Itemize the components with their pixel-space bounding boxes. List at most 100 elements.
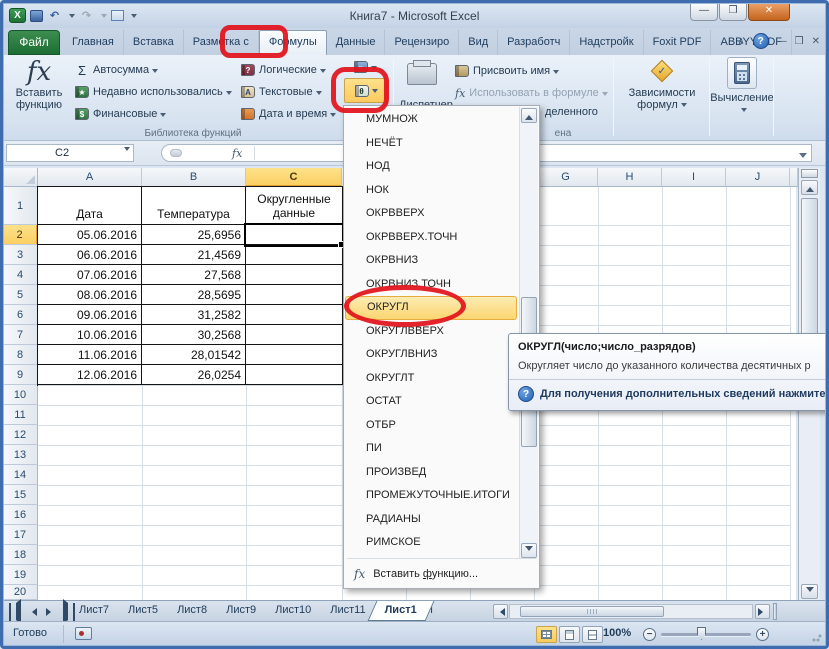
name-box-caret-icon[interactable] <box>124 147 130 154</box>
previous-sheet-button[interactable] <box>25 604 40 619</box>
function-item-6[interactable]: ОКРВНИЗ <box>345 249 517 273</box>
table-cell-r2c0[interactable]: 05.06.2016 <box>38 225 142 245</box>
zoom-slider-track[interactable] <box>661 633 751 636</box>
ribbon-tab-1[interactable]: Вставка <box>124 30 184 55</box>
insert-function-fx-icon[interactable]: fx <box>232 147 242 160</box>
name-box[interactable]: C2 <box>6 144 134 162</box>
sheet-tab-3[interactable]: Лист9 <box>213 601 269 621</box>
zoom-out-button[interactable]: − <box>643 628 656 641</box>
help-icon[interactable]: ? <box>753 33 769 49</box>
dropdown-scroll-up-button[interactable] <box>521 108 537 123</box>
scroll-down-button[interactable] <box>801 584 818 599</box>
table-cell-r8c0[interactable]: 11.06.2016 <box>38 345 142 365</box>
table-cell-r3c2[interactable] <box>246 245 343 265</box>
row-header-10[interactable]: 10 <box>3 385 38 405</box>
row-header-11[interactable]: 11 <box>3 405 38 425</box>
ribbon-tab-8[interactable]: Надстройк <box>570 30 643 55</box>
column-header-H[interactable]: H <box>598 168 662 187</box>
row-header-16[interactable]: 16 <box>3 505 38 525</box>
customize-quick-access-icon[interactable] <box>131 14 137 21</box>
split-handle[interactable] <box>801 169 818 178</box>
file-tab[interactable]: Файл <box>8 30 60 55</box>
row-header-1[interactable]: 1 <box>3 187 38 225</box>
table-cell-r4c1[interactable]: 27,568 <box>142 265 246 285</box>
ribbon-button-rcol1-0[interactable]: ΣАвтосумма <box>75 59 232 81</box>
function-item-13[interactable]: ОТБР <box>345 414 517 438</box>
quick-table-icon[interactable] <box>111 10 124 21</box>
ribbon-tab-0[interactable]: Главная <box>63 30 124 55</box>
function-item-5[interactable]: ОКРВВЕРХ.ТОЧН <box>345 226 517 250</box>
ribbon-tab-7[interactable]: Разработч <box>498 30 570 55</box>
row-header-15[interactable]: 15 <box>3 485 38 505</box>
selected-cell-C2[interactable] <box>244 223 344 247</box>
page-layout-view-button[interactable] <box>559 626 580 643</box>
workbook-close-icon[interactable]: ✕ <box>812 36 820 47</box>
insert-function-menu-item[interactable]: fx Вставить функцию... <box>345 560 538 587</box>
workbook-minimize-icon[interactable]: — <box>777 36 787 47</box>
column-header-G[interactable]: G <box>534 168 598 187</box>
function-item-15[interactable]: ПРОИЗВЕД <box>345 461 517 485</box>
normal-view-button[interactable] <box>536 626 557 643</box>
select-all-corner[interactable] <box>3 168 38 187</box>
undo-caret-icon[interactable] <box>69 14 75 21</box>
row-header-6[interactable]: 6 <box>3 305 38 325</box>
function-item-17[interactable]: РАДИАНЫ <box>345 508 517 532</box>
function-item-10[interactable]: ОКРУГЛВНИЗ <box>345 343 517 367</box>
table-cell-r6c1[interactable]: 31,2582 <box>142 305 246 325</box>
sheet-tab-4[interactable]: Лист10 <box>262 601 324 621</box>
dropdown-scroll-down-button[interactable] <box>521 543 537 558</box>
collapse-ribbon-icon[interactable]: ∧ <box>737 36 744 47</box>
function-item-14[interactable]: ПИ <box>345 437 517 461</box>
row-header-14[interactable]: 14 <box>3 465 38 485</box>
formula-auditing-button[interactable]: ✓ Зависимости формул <box>619 57 705 137</box>
ribbon-button-rcol1-1[interactable]: ★Недавно использовались <box>75 81 232 103</box>
table-cell-r3c1[interactable]: 21,4569 <box>142 245 246 265</box>
row-header-19[interactable]: 19 <box>3 565 38 585</box>
ribbon-tab-4[interactable]: Данные <box>327 30 386 55</box>
table-cell-r9c0[interactable]: 12.06.2016 <box>38 365 142 385</box>
ribbon-button-rcol1-2[interactable]: $Финансовые <box>75 103 232 125</box>
table-cell-r4c2[interactable] <box>246 265 343 285</box>
hscroll-left-button[interactable] <box>493 604 508 619</box>
scroll-up-button[interactable] <box>801 180 818 195</box>
table-cell-r4c0[interactable]: 07.06.2016 <box>38 265 142 285</box>
name-manager-icon[interactable] <box>407 63 437 85</box>
table-cell-r8c2[interactable] <box>246 345 343 365</box>
define-name-button[interactable]: Присвоить имя <box>455 60 559 82</box>
next-sheet-button[interactable] <box>43 604 58 619</box>
function-item-4[interactable]: ОКРВВЕРХ <box>345 202 517 226</box>
create-from-selection-label[interactable]: деленного <box>545 106 598 118</box>
column-header-J[interactable]: J <box>726 168 790 187</box>
restore-button[interactable]: ❒ <box>719 3 747 21</box>
row-header-5[interactable]: 5 <box>3 285 38 305</box>
table-cell-r2c1[interactable]: 25,6956 <box>142 225 246 245</box>
function-item-18[interactable]: РИМСКОЕ <box>345 531 517 555</box>
column-header-I[interactable]: I <box>662 168 726 187</box>
expand-formula-bar-icon[interactable] <box>799 153 807 162</box>
table-cell-r6c2[interactable] <box>246 305 343 325</box>
help-icon[interactable]: ? <box>518 386 534 402</box>
table-cell-r5c1[interactable]: 28,5695 <box>142 285 246 305</box>
save-icon[interactable] <box>30 10 43 22</box>
row-header-12[interactable]: 12 <box>3 425 38 445</box>
row-header-13[interactable]: 13 <box>3 445 38 465</box>
row-header-18[interactable]: 18 <box>3 545 38 565</box>
horizontal-scrollbar[interactable] <box>509 604 753 619</box>
tab-split-handle[interactable] <box>773 603 777 620</box>
row-header-3[interactable]: 3 <box>3 245 38 265</box>
table-cell-r7c2[interactable] <box>246 325 343 345</box>
ribbon-tab-6[interactable]: Вид <box>459 30 498 55</box>
row-header-8[interactable]: 8 <box>3 345 38 365</box>
sheet-tab-6[interactable]: Лист1 <box>372 601 430 621</box>
zoom-slider-thumb[interactable] <box>697 627 706 640</box>
column-header-B[interactable]: B <box>142 168 246 187</box>
workbook-restore-icon[interactable]: ❒ <box>795 36 804 47</box>
minimize-button[interactable]: — <box>690 3 718 21</box>
hscroll-right-button[interactable] <box>755 604 770 619</box>
table-cell-r6c0[interactable]: 09.06.2016 <box>38 305 142 325</box>
row-header-9[interactable]: 9 <box>3 365 38 385</box>
function-item-1[interactable]: НЕЧЁТ <box>345 132 517 156</box>
column-header-C[interactable]: C <box>246 168 342 187</box>
table-cell-r7c0[interactable]: 10.06.2016 <box>38 325 142 345</box>
function-item-2[interactable]: НОД <box>345 155 517 179</box>
